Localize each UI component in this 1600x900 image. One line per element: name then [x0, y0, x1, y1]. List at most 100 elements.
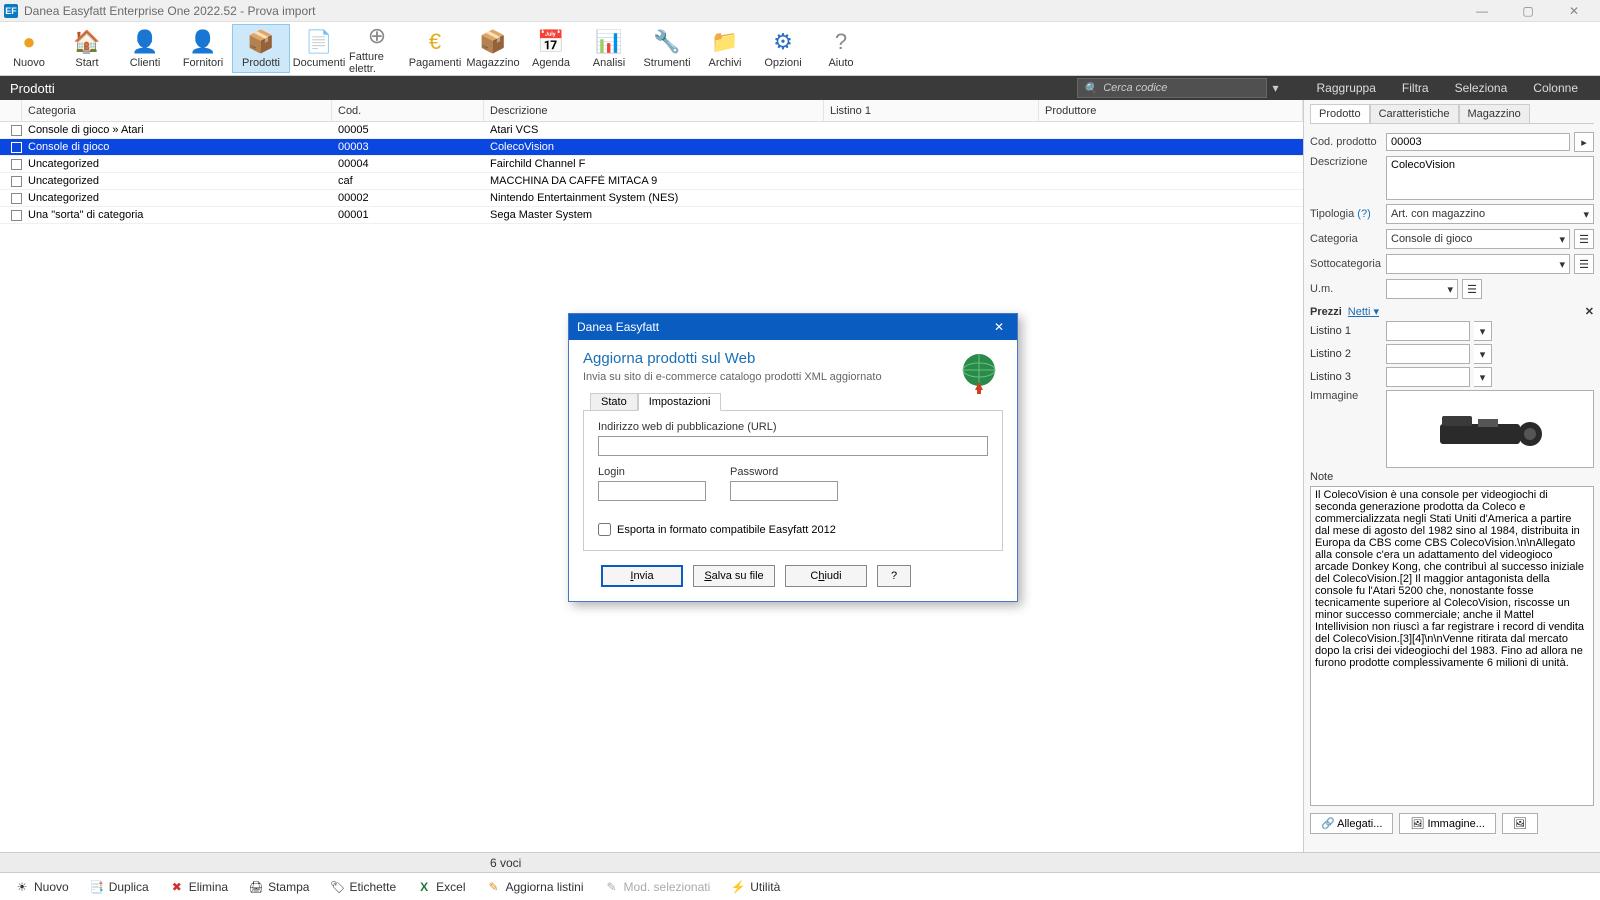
- input-listino1[interactable]: [1386, 321, 1470, 341]
- select-um[interactable]: ▾: [1386, 279, 1458, 299]
- chiudi-button[interactable]: Chiudi: [785, 565, 867, 587]
- col-produttore[interactable]: Produttore: [1039, 100, 1303, 121]
- columns-action[interactable]: Colonne: [1521, 79, 1590, 97]
- tab-stato[interactable]: Stato: [590, 393, 638, 411]
- toolbar-nuovo[interactable]: ●Nuovo: [0, 24, 58, 73]
- toolbar-opzioni[interactable]: ⚙Opzioni: [754, 24, 812, 73]
- invia-button[interactable]: Invia: [601, 565, 683, 587]
- select-sottocategoria[interactable]: ▾: [1386, 254, 1570, 274]
- input-listino2[interactable]: [1386, 344, 1470, 364]
- table-row[interactable]: Una "sorta" di categoria00001Sega Master…: [0, 207, 1303, 224]
- duplica-button[interactable]: 📑Duplica: [83, 877, 155, 897]
- toolbar-archivi[interactable]: 📁Archivi: [696, 24, 754, 73]
- search-input[interactable]: 🔍 Cerca codice: [1077, 78, 1267, 98]
- close-button[interactable]: ✕: [1560, 2, 1588, 20]
- nuovo-button[interactable]: ☀Nuovo: [8, 877, 75, 897]
- tab-prodotto[interactable]: Prodotto: [1310, 104, 1370, 123]
- salva-file-button[interactable]: Salva su file: [693, 565, 775, 587]
- product-image[interactable]: [1386, 390, 1594, 468]
- elimina-button[interactable]: ✖Elimina: [163, 877, 234, 897]
- dialog-title: Danea Easyfatt: [577, 320, 659, 334]
- checkbox-export-compat[interactable]: Esporta in formato compatibile Easyfatt …: [598, 523, 988, 536]
- console-image-icon: [1430, 404, 1550, 454]
- prodotti-icon: 📦: [248, 29, 274, 55]
- tab-impostazioni[interactable]: Impostazioni: [638, 393, 722, 411]
- filter-action[interactable]: Filtra: [1390, 79, 1441, 97]
- input-cod-prodotto[interactable]: [1386, 133, 1570, 151]
- sottocategoria-edit-button[interactable]: ☰: [1574, 254, 1594, 274]
- listino2-dd[interactable]: ▾: [1474, 344, 1492, 364]
- generate-code-button[interactable]: ▸: [1574, 132, 1594, 152]
- input-password[interactable]: [730, 481, 838, 501]
- label-prezzi: Prezzi: [1310, 306, 1342, 318]
- allegati-button[interactable]: 🔗 Allegati...: [1310, 813, 1393, 834]
- immagine-button[interactable]: 🖼 Immagine...: [1399, 813, 1496, 834]
- input-url[interactable]: [598, 436, 988, 456]
- input-descrizione[interactable]: ColecoVision: [1386, 156, 1594, 200]
- col-categoria[interactable]: Categoria: [22, 100, 332, 121]
- col-listino1[interactable]: Listino 1: [824, 100, 1039, 121]
- toolbar-start[interactable]: 🏠Start: [58, 24, 116, 73]
- maximize-button[interactable]: ▢: [1514, 2, 1542, 20]
- search-icon: 🔍: [1084, 82, 1098, 95]
- dialog-close-button[interactable]: ✕: [989, 317, 1009, 337]
- toolbar-aiuto[interactable]: ?Aiuto: [812, 24, 870, 73]
- input-login[interactable]: [598, 481, 706, 501]
- globe-upload-icon: [955, 350, 1003, 398]
- toolbar-fattureelettr[interactable]: ⊕Fatture elettr.: [348, 24, 406, 73]
- col-cod[interactable]: Cod.: [332, 100, 484, 121]
- checkbox-export-compat-input[interactable]: [598, 523, 611, 536]
- toolbar-magazzino[interactable]: 📦Magazzino: [464, 24, 522, 73]
- select-action[interactable]: Seleziona: [1443, 79, 1520, 97]
- listino1-dd[interactable]: ▾: [1474, 321, 1492, 341]
- aggiorna-listini-button[interactable]: ✎Aggiorna listini: [479, 877, 589, 897]
- group-action[interactable]: Raggruppa: [1305, 79, 1388, 97]
- tab-magazzino[interactable]: Magazzino: [1459, 104, 1530, 123]
- row-checkbox[interactable]: [11, 176, 22, 187]
- um-edit-button[interactable]: ☰: [1462, 279, 1482, 299]
- prezzi-close-icon[interactable]: ✕: [1585, 305, 1594, 318]
- table-row[interactable]: Uncategorized00004Fairchild Channel F: [0, 156, 1303, 173]
- table-row[interactable]: UncategorizedcafMACCHINA DA CAFFÈ MITACA…: [0, 173, 1303, 190]
- toolbar-fornitori[interactable]: 👤Fornitori: [174, 24, 232, 73]
- toolbar-clienti[interactable]: 👤Clienti: [116, 24, 174, 73]
- table-header: Categoria Cod. Descrizione Listino 1 Pro…: [0, 100, 1303, 122]
- table-row[interactable]: Console di gioco » Atari00005Atari VCS: [0, 122, 1303, 139]
- toolbar-strumenti[interactable]: 🔧Strumenti: [638, 24, 696, 73]
- toolbar-analisi[interactable]: 📊Analisi: [580, 24, 638, 73]
- label-listino2: Listino 2: [1310, 348, 1382, 360]
- excel-button[interactable]: XExcel: [410, 877, 471, 897]
- etichette-button[interactable]: 🏷Etichette: [323, 877, 402, 897]
- textarea-note[interactable]: Il ColecoVision è una console per videog…: [1310, 486, 1594, 806]
- table-row[interactable]: Uncategorized00002Nintendo Entertainment…: [0, 190, 1303, 207]
- image-extra-button[interactable]: 🖼: [1502, 813, 1538, 834]
- toolbar-prodotti[interactable]: 📦Prodotti: [232, 24, 290, 73]
- row-checkbox[interactable]: [11, 193, 22, 204]
- tab-caratteristiche[interactable]: Caratteristiche: [1370, 104, 1459, 123]
- status-bar: 6 voci: [0, 852, 1600, 872]
- utilita-button[interactable]: ⚡Utilità: [724, 877, 786, 897]
- categoria-edit-button[interactable]: ☰: [1574, 229, 1594, 249]
- listino3-dd[interactable]: ▾: [1474, 367, 1492, 387]
- link-netti[interactable]: Netti ▾: [1348, 305, 1379, 318]
- help-button[interactable]: ?: [877, 565, 911, 587]
- search-dropdown[interactable]: ▾: [1267, 81, 1285, 95]
- table-row[interactable]: Console di gioco00003ColecoVision: [0, 139, 1303, 156]
- select-tipologia[interactable]: Art. con magazzino▾: [1386, 204, 1594, 224]
- select-categoria[interactable]: Console di gioco▾: [1386, 229, 1570, 249]
- agenda-icon: 📅: [538, 29, 564, 55]
- dialog-titlebar: Danea Easyfatt ✕: [569, 314, 1017, 340]
- toolbar-pagamenti[interactable]: €Pagamenti: [406, 24, 464, 73]
- clienti-icon: 👤: [132, 29, 158, 55]
- row-checkbox[interactable]: [11, 142, 22, 153]
- toolbar-documenti[interactable]: 📄Documenti: [290, 24, 348, 73]
- minimize-button[interactable]: —: [1468, 2, 1496, 20]
- col-descrizione[interactable]: Descrizione: [484, 100, 824, 121]
- input-listino3[interactable]: [1386, 367, 1470, 387]
- row-checkbox[interactable]: [11, 210, 22, 221]
- row-checkbox[interactable]: [11, 125, 22, 136]
- row-checkbox[interactable]: [11, 159, 22, 170]
- stampa-button[interactable]: 🖨Stampa: [242, 877, 315, 897]
- toolbar-agenda[interactable]: 📅Agenda: [522, 24, 580, 73]
- window-title: Danea Easyfatt Enterprise One 2022.52 - …: [24, 4, 1468, 18]
